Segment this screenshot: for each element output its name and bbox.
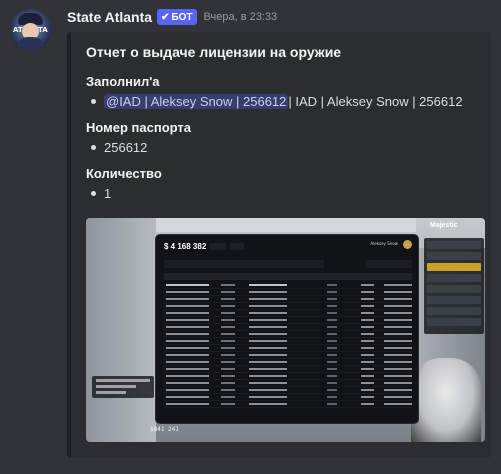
embed: Отчет о выдаче лицензии на оружие Заполн… xyxy=(67,32,491,458)
bullet-icon xyxy=(91,99,96,104)
game-money: $841 241 xyxy=(150,426,179,433)
filled-by-text: | IAD | Aleksey Snow | 256612 xyxy=(288,94,463,109)
table-row xyxy=(164,296,412,303)
field-name-quantity: Количество xyxy=(86,166,162,181)
game-tablet-panel: $ 4 168 382 Aleksey Snow xyxy=(155,234,419,424)
game-logo: Majestic xyxy=(430,222,458,229)
table-row xyxy=(164,317,412,324)
field-name-passport: Номер паспорта xyxy=(86,120,192,135)
table-row xyxy=(164,289,412,296)
table-row xyxy=(164,338,412,345)
table-row xyxy=(164,366,412,373)
table-row xyxy=(164,394,412,401)
user-mention[interactable]: @IAD | Aleksey Snow | 256612 xyxy=(104,94,289,109)
author-avatar[interactable]: AT TA xyxy=(10,9,51,50)
table-row xyxy=(164,401,412,408)
scene-wall-left xyxy=(86,218,156,442)
bot-badge-label: БОТ xyxy=(171,11,193,23)
table-row xyxy=(164,380,412,387)
panel-table-header xyxy=(164,273,412,280)
scene-character xyxy=(411,358,481,442)
field-value-filled-by: @IAD | Aleksey Snow | 256612 | IAD | Ale… xyxy=(91,94,463,109)
bullet-icon xyxy=(91,191,96,196)
bullet-icon xyxy=(91,145,96,150)
message-header: State Atlanta ✔ БОТ Вчера, в 23:33 xyxy=(67,9,277,25)
table-row xyxy=(164,310,412,317)
panel-avatar xyxy=(403,240,412,249)
table-row xyxy=(164,352,412,359)
field-value-passport: 256612 xyxy=(91,140,147,155)
panel-header: $ 4 168 382 xyxy=(164,242,245,251)
embed-title: Отчет о выдаче лицензии на оружие xyxy=(86,44,342,60)
panel-filter xyxy=(366,260,412,268)
avatar-body xyxy=(16,37,45,50)
field-value-quantity: 1 xyxy=(91,186,111,201)
checkmark-icon: ✔ xyxy=(161,11,170,23)
table-row xyxy=(164,359,412,366)
table-row xyxy=(164,303,412,310)
scene-beam xyxy=(156,218,416,232)
author-name[interactable]: State Atlanta xyxy=(67,9,152,25)
game-left-notification xyxy=(92,376,154,398)
avatar-tag-right: TA xyxy=(38,26,48,34)
panel-table xyxy=(164,273,412,408)
screenshot-image[interactable]: Majestic $841 241 $ 4 168 382 Aleksey Sn… xyxy=(86,218,485,442)
panel-chip xyxy=(230,243,245,250)
field-name-filled-by: Заполнил'a xyxy=(86,74,160,89)
table-row xyxy=(164,282,412,289)
table-row xyxy=(164,331,412,338)
panel-balance: $ 4 168 382 xyxy=(164,242,207,251)
panel-chip xyxy=(210,243,227,250)
message-timestamp: Вчера, в 23:33 xyxy=(203,11,278,23)
quantity-value: 1 xyxy=(104,186,112,201)
table-row xyxy=(164,373,412,380)
table-row xyxy=(164,345,412,352)
bot-badge: ✔ БОТ xyxy=(157,9,197,25)
panel-search xyxy=(164,260,324,268)
game-right-hud xyxy=(424,238,484,334)
passport-number: 256612 xyxy=(104,140,148,155)
panel-user: Aleksey Snow xyxy=(370,241,398,246)
table-row xyxy=(164,387,412,394)
avatar-tag-left: AT xyxy=(13,26,23,34)
table-row xyxy=(164,324,412,331)
